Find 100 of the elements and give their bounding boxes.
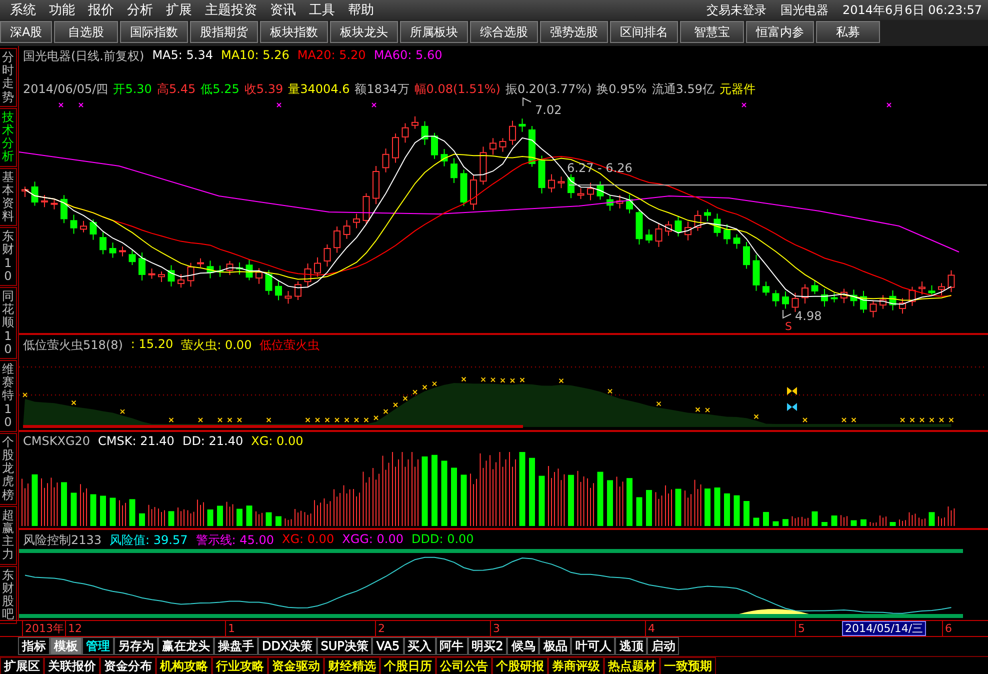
indicator-bar [226,501,234,526]
candlestick [499,138,506,152]
indicator-bar [675,488,682,526]
legend-item: 国光电器(日线.前复权) [23,48,144,65]
toolbar-button[interactable]: 私募 [816,21,880,43]
function-tab[interactable]: 赢在龙头 [158,637,214,655]
indicator-bar [782,519,788,526]
menu-item[interactable]: 工具 [305,1,344,19]
info-tab[interactable]: 资金驱动 [268,657,324,674]
candlestick [372,166,380,205]
candlestick [830,292,838,303]
candlestick [334,226,340,254]
candlestick [402,122,409,144]
date-tick: 2013年 [22,621,64,636]
function-tab[interactable]: 另存为 [114,637,158,655]
toolbar-button[interactable]: 深A股 [0,21,52,43]
indicator-bar [812,511,818,526]
toolbar-button[interactable]: 强势选股 [540,21,608,43]
side-tab[interactable]: 东财股吧 [0,566,17,624]
side-tab[interactable]: 基本资料 [0,168,17,226]
indicator-bar [314,500,321,526]
sell-signal: S [785,320,792,333]
function-tab[interactable]: 叶可人 [571,637,616,655]
legend-item: 低位萤火虫518(8) [23,337,123,354]
function-tab[interactable]: SUP决策 [316,637,372,655]
indicator-bar [129,499,136,526]
function-tab[interactable]: 明买2 [468,637,508,655]
candlestick [158,271,165,283]
toolbar-button[interactable]: 智慧宝 [680,21,744,43]
toolbar-button[interactable]: 板块龙头 [330,21,398,43]
info-tab[interactable]: 机构攻略 [156,657,212,674]
legend-item: MA10: 5.26 [220,48,290,64]
menu-item[interactable]: 扩展 [162,1,201,19]
side-tab[interactable]: 东财10 [0,227,17,286]
candlestick [870,300,877,318]
info-tab[interactable]: 关联报价 [44,657,100,674]
high-pointer-icon [522,97,532,106]
menu-item[interactable]: 系统 [6,1,45,19]
side-tab[interactable]: 技术分析 [0,108,17,166]
toolbar-button[interactable]: 自选股 [54,21,118,43]
quote-item: 量34004.6 [288,81,350,98]
candlestick [928,284,936,296]
indicator-bar [372,468,380,526]
low-price-label: 4.98 [795,309,822,323]
info-tab[interactable]: 一致预期 [660,657,716,674]
function-tab[interactable]: 极品 [539,637,572,655]
date-tick: 4 [645,621,655,636]
candlestick [596,180,604,200]
menu-item[interactable]: 帮助 [344,1,383,19]
function-tab[interactable]: 管理 [82,637,114,655]
legend-item: CMSKXG20 [23,434,90,448]
toolbar-button[interactable]: 所属板块 [400,21,468,43]
function-tab[interactable]: 指标 [18,637,50,655]
toolbar-button[interactable]: 国际指数 [120,21,188,43]
menu-item[interactable]: 资讯 [266,1,305,19]
toolbar-button[interactable]: 恒富内参 [746,21,814,43]
menu-item[interactable]: 分析 [123,1,162,19]
candlestick [90,218,97,240]
info-tab[interactable]: 券商评级 [548,657,604,674]
function-tab[interactable]: 逃顶 [615,637,648,655]
legend-item: XG: 0.00 [251,434,304,448]
info-tab[interactable]: 公司公告 [436,657,492,674]
menu-item[interactable]: 报价 [84,1,123,19]
info-tab[interactable]: 财经精选 [324,657,380,674]
candlestick [889,290,896,311]
side-tab[interactable]: 分时走势 [0,48,17,107]
side-tab[interactable]: 超赢主力 [0,506,17,565]
candlestick [226,260,234,276]
indicator-bar [207,509,214,526]
toolbar-button[interactable]: 板块指数 [260,21,328,43]
candlestick [733,234,740,250]
function-tab[interactable]: 模板 [50,637,82,655]
toolbar-button[interactable]: 股指期货 [190,21,258,43]
menu-item[interactable]: 功能 [45,1,84,19]
legend-item: 低位萤火虫 [260,337,320,354]
function-tab[interactable]: VA5 [372,637,404,655]
candlestick [50,198,58,210]
indicator-bar [422,456,428,526]
function-tab[interactable]: DDX决策 [258,637,317,655]
side-tab[interactable]: 同花顺10 [0,287,17,359]
menu-item[interactable]: 主题投资 [201,1,266,19]
toolbar-button[interactable]: 区间排名 [610,21,678,43]
candlestick [41,194,48,208]
side-tab[interactable]: 个股龙虎榜 [0,432,17,505]
function-tab[interactable]: 阿牛 [436,637,468,655]
info-tab[interactable]: 个股研报 [492,657,548,674]
side-tab[interactable]: 维赛特10 [0,360,17,432]
function-tab[interactable]: 操盘手 [214,637,258,655]
info-tab[interactable]: 扩展区 [0,657,44,674]
info-tab[interactable]: 热点题材 [604,657,660,674]
function-tab[interactable]: 买入 [404,637,436,655]
candlestick [70,214,78,234]
function-tab[interactable]: 候鸟 [507,637,540,655]
candlestick [548,174,555,193]
toolbar-button[interactable]: 综合选股 [470,21,538,43]
info-tab[interactable]: 个股日历 [380,657,436,674]
info-tab[interactable]: 资金分布 [100,657,156,674]
function-tab[interactable]: 启动 [647,637,680,655]
candlestick [148,268,156,280]
info-tab[interactable]: 行业攻略 [212,657,268,674]
